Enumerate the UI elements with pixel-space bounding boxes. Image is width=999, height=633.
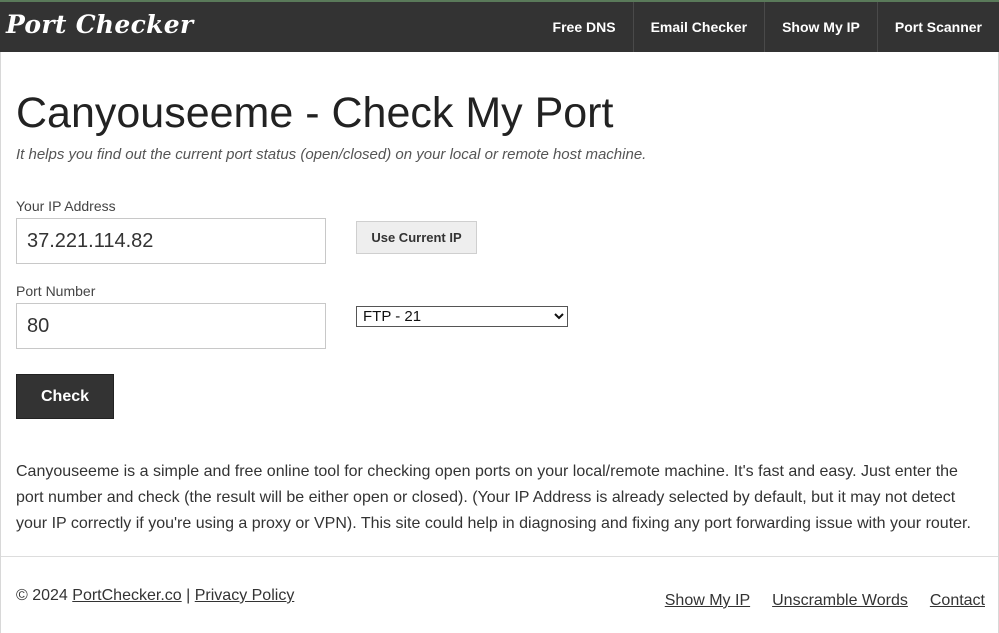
nav-email-checker[interactable]: Email Checker <box>632 2 765 52</box>
top-navbar: Port Checker Free DNS Email Checker Show… <box>0 0 999 52</box>
page-title: Canyouseeme - Check My Port <box>16 89 614 137</box>
use-current-ip-button[interactable]: Use Current IP <box>356 221 477 254</box>
nav-port-scanner[interactable]: Port Scanner <box>876 2 999 52</box>
nav-free-dns[interactable]: Free DNS <box>536 2 633 52</box>
footer-separator: | <box>186 587 191 604</box>
nav-show-my-ip[interactable]: Show My IP <box>764 2 877 52</box>
ip-address-label: Your IP Address <box>16 198 116 214</box>
site-logo[interactable]: Port Checker <box>6 10 193 39</box>
copyright-text: © 2024 <box>16 587 68 604</box>
footer-divider <box>1 556 998 557</box>
footer-privacy-link[interactable]: Privacy Policy <box>195 587 295 604</box>
footer-link-contact[interactable]: Contact <box>930 592 985 610</box>
main-nav: Free DNS Email Checker Show My IP Port S… <box>536 2 999 52</box>
port-number-input[interactable] <box>16 303 326 349</box>
page-subtitle: It helps you find out the current port s… <box>16 146 647 163</box>
page-border-left <box>0 52 1 633</box>
footer-link-unscramble-words[interactable]: Unscramble Words <box>772 592 908 610</box>
check-button[interactable]: Check <box>16 374 114 419</box>
footer-site-link[interactable]: PortChecker.co <box>72 587 181 604</box>
common-port-select[interactable]: FTP - 21 <box>356 306 568 327</box>
tool-description: Canyouseeme is a simple and free online … <box>16 463 971 532</box>
ip-address-input[interactable] <box>16 218 326 264</box>
port-number-label: Port Number <box>16 283 96 299</box>
footer-links: Show My IP Unscramble Words Contact <box>665 592 985 610</box>
footer-link-show-my-ip[interactable]: Show My IP <box>665 592 750 610</box>
footer-copyright: © 2024 PortChecker.co | Privacy Policy <box>16 587 294 605</box>
